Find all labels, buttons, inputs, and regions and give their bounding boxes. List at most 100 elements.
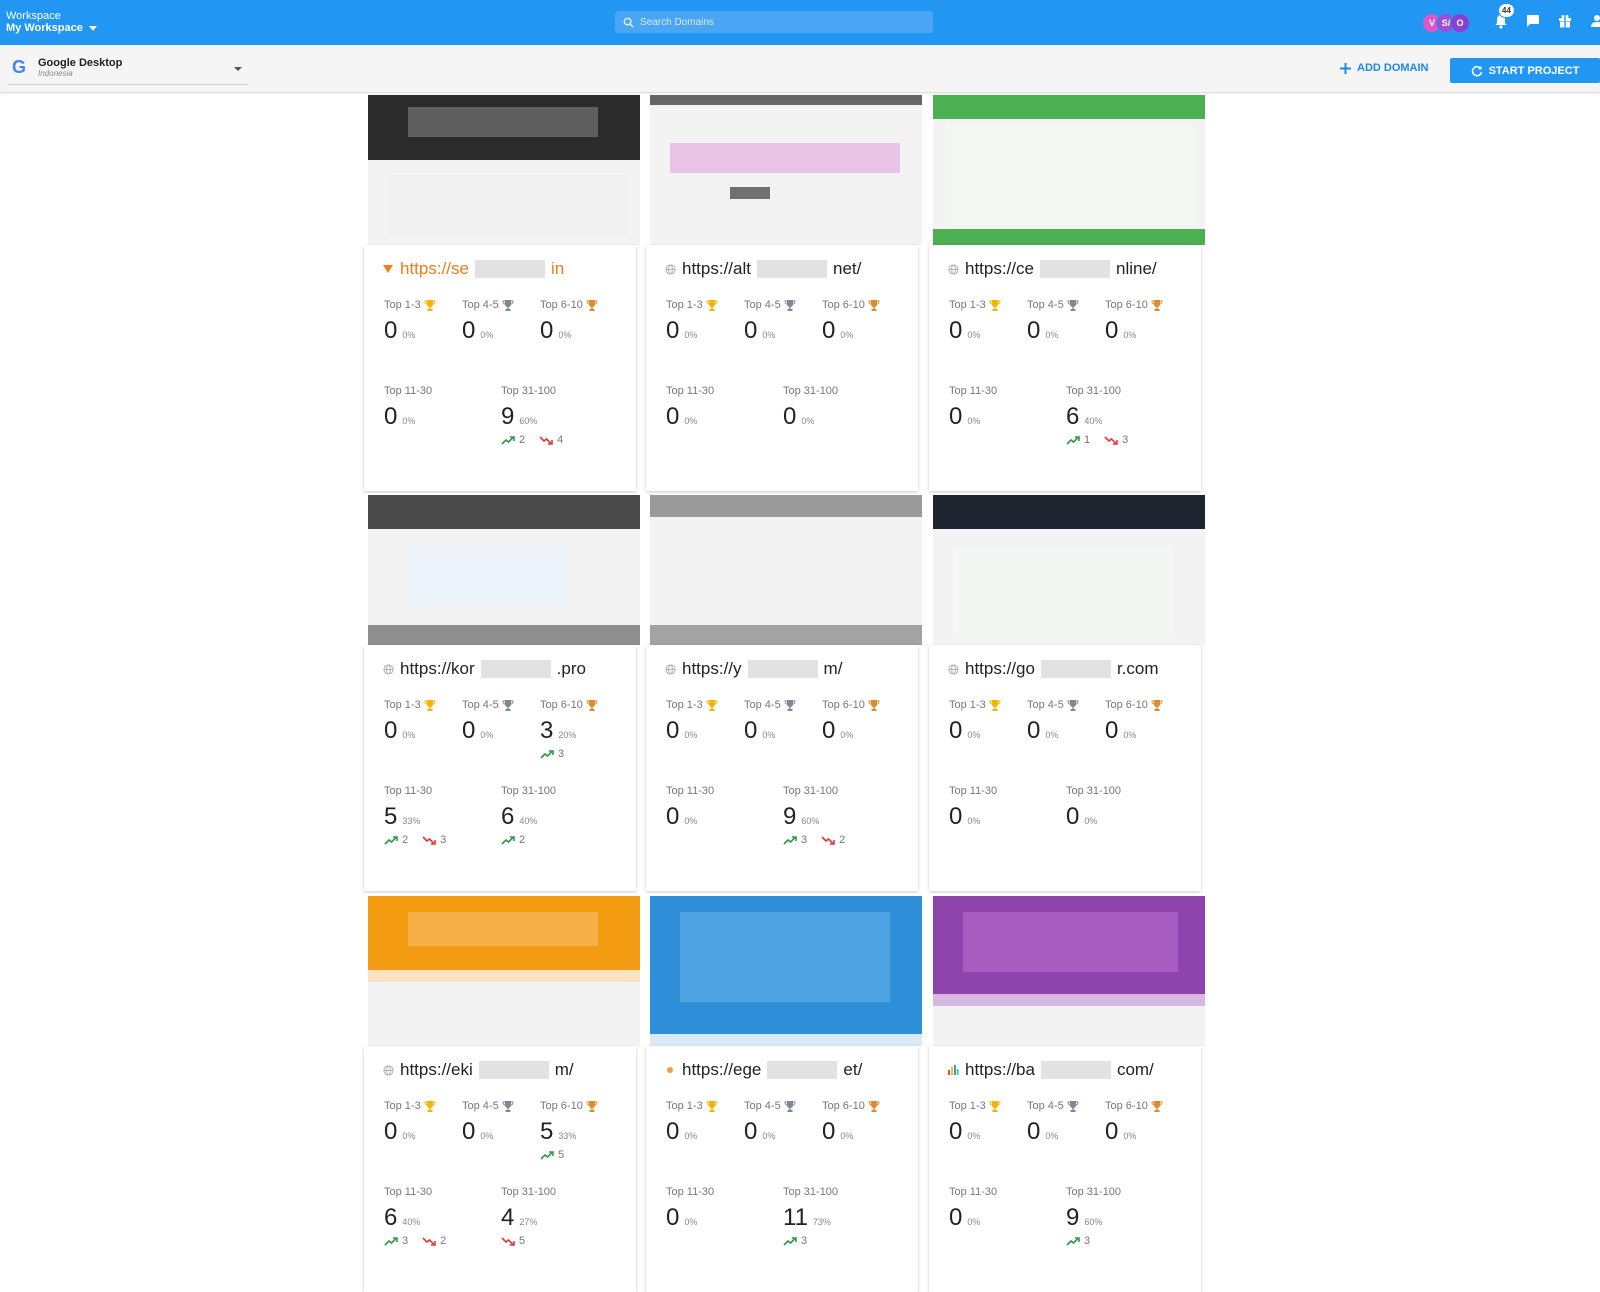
trend-down-count: 2 [440, 1235, 447, 1247]
rank-percent: 27% [519, 1217, 538, 1227]
rank-count: 0 [666, 803, 680, 830]
user-icon [1591, 15, 1600, 27]
rank-count: 0 [1027, 717, 1041, 744]
domain-url-end: net/ [832, 259, 862, 278]
redacted-block [1039, 260, 1110, 278]
globe-icon [382, 663, 394, 675]
workspace-switcher[interactable]: Workspace My Workspace [6, 10, 97, 34]
domain-url[interactable]: https://se in [382, 259, 622, 279]
trophy-icon [586, 299, 598, 311]
domain-url[interactable]: https://kor .pro [382, 659, 622, 679]
rank-stat-top45: Top 4-5 0 0% [1027, 299, 1079, 345]
rank-count: 0 [783, 403, 797, 430]
rank-percent: 0% [801, 416, 815, 426]
rank-bucket-label: Top 1-3 [949, 1100, 986, 1112]
rank-count: 0 [1105, 717, 1119, 744]
domain-card[interactable]: https://alt net/Top 1-3 0 0% Top 4-5 0 0% Top 6… [646, 95, 922, 491]
rank-bucket-label: Top 4-5 [462, 699, 499, 711]
rank-percent: 0% [762, 330, 776, 340]
rank-percent: 20% [558, 730, 577, 740]
domain-card[interactable]: https://ba com/Top 1-3 0 0% Top 4-5 0 0% Top 6-… [929, 896, 1205, 1292]
trophy-icon [868, 299, 880, 311]
domain-url[interactable]: https://y m/ [664, 659, 904, 679]
notifications-button[interactable]: 44 [1492, 3, 1515, 30]
rank-count: 0 [540, 317, 554, 344]
trend-up-count: 3 [558, 748, 565, 760]
rank-percent: 0% [1045, 330, 1059, 340]
site-thumbnail[interactable] [933, 896, 1205, 1046]
domain-url[interactable]: https://go r.com [947, 659, 1187, 679]
rank-bucket-label: Top 11-30 [949, 785, 998, 797]
domain-card[interactable]: https://eki m/Top 1-3 0 0% Top 4-5 0 0% Top 6-1… [364, 896, 640, 1292]
rank-bucket-label: Top 31-100 [783, 785, 839, 797]
site-thumbnail[interactable] [933, 495, 1205, 645]
messages-button[interactable] [1524, 12, 1542, 30]
rank-stat-top1130: Top 11-30 0 0% [666, 385, 714, 431]
domain-url[interactable]: https://ba com/ [947, 1060, 1187, 1080]
rank-bucket-label: Top 6-10 [822, 699, 865, 711]
domain-card-body: https://se in Top 1-3 0 0% Top 4-5 0 0% Top 6-10… [364, 245, 636, 491]
rank-percent: 0% [558, 330, 572, 340]
add-domain-label: ADD DOMAIN [1357, 62, 1429, 74]
domain-card[interactable]: https://ce nline/Top 1-3 0 0% Top 4-5 0 0% Top … [929, 95, 1205, 491]
rank-percent: 0% [684, 816, 698, 826]
domain-url-start: https://go [965, 659, 1035, 678]
domain-card-body: https://ba com/Top 1-3 0 0% Top 4-5 0 0% Top 6-… [929, 1046, 1201, 1292]
rank-bucket-label: Top 11-30 [666, 1186, 715, 1198]
site-thumbnail[interactable] [368, 495, 640, 645]
domain-url[interactable]: https://ege et/ [664, 1060, 904, 1080]
trend-up-icon [384, 1236, 398, 1246]
domain-url[interactable]: https://ce nline/ [947, 259, 1187, 279]
domain-card[interactable]: https://go r.com Top 1-3 0 0% Top 4-5 0 0% Top 6… [929, 495, 1205, 891]
rank-stat-top1130: Top 11-30 6 40% 3 2 [384, 1186, 446, 1247]
site-thumbnail[interactable] [650, 896, 922, 1046]
workspace-name: My Workspace [6, 22, 83, 34]
rank-bucket-label: Top 6-10 [540, 699, 583, 711]
domain-card[interactable]: https://kor .pro Top 1-3 0 0% Top 4-5 0 0% Top 6… [364, 495, 640, 891]
rank-percent: 0% [1045, 730, 1059, 740]
add-domain-button[interactable]: ADD DOMAIN [1340, 62, 1429, 74]
domain-url-end: m/ [823, 659, 843, 678]
site-thumbnail[interactable] [650, 495, 922, 645]
trend-up-count: 1 [1084, 434, 1091, 446]
notification-count-badge: 44 [1498, 3, 1515, 18]
site-thumbnail[interactable] [933, 95, 1205, 245]
trophy-icon [784, 699, 796, 711]
site-thumbnail[interactable] [368, 95, 640, 245]
site-thumbnail[interactable] [368, 896, 640, 1046]
rank-trend: 23 [384, 834, 446, 846]
rank-bucket-label: Top 4-5 [1027, 699, 1064, 711]
gifts-button[interactable] [1556, 12, 1574, 30]
rank-percent: 0% [684, 330, 698, 340]
domain-card[interactable]: https://y m/Top 1-3 0 0% Top 4-5 0 0% Top 6-10 0… [646, 495, 922, 891]
rank-stat-top45: Top 4-5 0 0% [744, 299, 796, 345]
site-thumbnail[interactable] [650, 95, 922, 245]
rank-bucket-label: Top 1-3 [666, 299, 703, 311]
rank-stat-top31100: Top 31-100 0 0% [1066, 785, 1121, 831]
domain-url[interactable]: https://eki m/ [382, 1060, 622, 1080]
rank-percent: 0% [1045, 1131, 1059, 1141]
rank-count: 6 [501, 803, 515, 830]
trophy-icon [502, 699, 514, 711]
rank-percent: 0% [684, 1131, 698, 1141]
search-input[interactable] [640, 16, 920, 28]
rank-trend: 3 [540, 748, 598, 760]
avatar[interactable]: O [1450, 13, 1470, 33]
trend-up-icon [501, 835, 515, 845]
domain-url[interactable]: https://alt net/ [664, 259, 904, 279]
team-avatars[interactable]: V S/O [1422, 13, 1470, 33]
search-engine-selector[interactable]: G Google Desktop Indonesia [8, 51, 248, 85]
rank-percent: 0% [684, 1217, 698, 1227]
globe-icon [382, 1064, 394, 1076]
domain-card[interactable]: https://ege et/Top 1-3 0 0% Top 4-5 0 0% Top 6-… [646, 896, 922, 1292]
search-box[interactable] [615, 11, 933, 33]
rank-stat-top13: Top 1-3 0 0% [384, 699, 436, 745]
rank-count: 9 [501, 403, 515, 430]
rank-percent: 0% [967, 330, 981, 340]
account-button[interactable] [1588, 12, 1600, 30]
start-project-button[interactable]: START PROJECT [1450, 58, 1600, 83]
trend-up-icon [1066, 435, 1080, 445]
rank-stat-top610: Top 6-10 0 0% [1105, 699, 1163, 745]
domain-card[interactable]: https://se in Top 1-3 0 0% Top 4-5 0 0% Top 6-10… [364, 95, 640, 491]
trophy-icon [1151, 299, 1163, 311]
